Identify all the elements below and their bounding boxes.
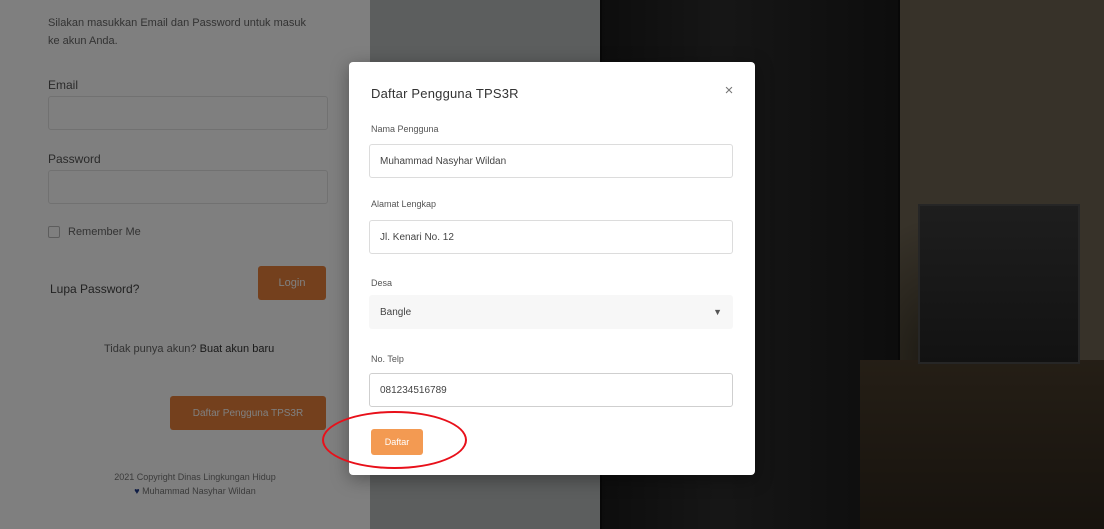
phone-field[interactable]: 081234516789	[369, 373, 733, 407]
desa-label: Desa	[371, 278, 393, 288]
modal-title: Daftar Pengguna TPS3R	[371, 86, 519, 101]
desa-selected-value: Bangle	[380, 306, 412, 318]
name-label: Nama Pengguna	[371, 124, 439, 134]
annotation-circle	[322, 411, 467, 469]
close-icon[interactable]: ×	[721, 82, 737, 100]
address-label: Alamat Lengkap	[371, 199, 437, 209]
desa-select[interactable]: Bangle ▼	[369, 295, 733, 329]
phone-label: No. Telp	[371, 354, 404, 364]
chevron-down-icon: ▼	[713, 307, 722, 317]
name-field[interactable]: Muhammad Nasyhar Wildan	[369, 144, 733, 178]
address-field[interactable]: Jl. Kenari No. 12	[369, 220, 733, 254]
